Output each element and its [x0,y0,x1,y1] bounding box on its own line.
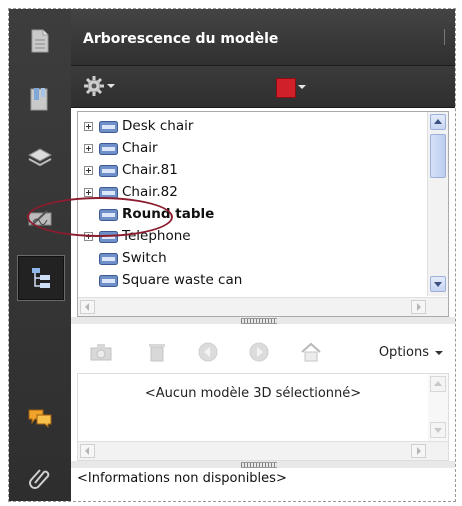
tree-item-label: Chair.81 [122,162,178,178]
model-info-horizontal-scrollbar[interactable] [78,441,448,460]
splitter-grip[interactable] [241,318,277,324]
options-menu-button[interactable] [83,75,115,97]
chevron-down-icon [107,84,115,88]
expand-icon[interactable] [84,188,93,197]
tree-item-label: Switch [122,250,167,266]
options-label: Options [378,345,429,360]
chevron-down-icon [435,350,443,355]
camera-icon[interactable] [89,341,113,363]
expand-icon[interactable] [84,122,93,131]
mesh-node-icon [99,165,118,177]
no-model-selected-text: <Aucun modèle 3D sélectionné> [144,386,362,401]
object-info-text: <Informations non disponibles> [77,471,287,486]
expand-icon[interactable] [84,144,93,153]
scroll-down-button[interactable] [430,276,446,292]
gear-icon [84,76,104,96]
page-icon[interactable] [17,19,63,63]
navigation-pane [9,9,71,501]
scroll-right-button[interactable] [411,444,426,458]
panel-splitter[interactable] [71,317,455,324]
header-grip[interactable] [444,29,447,45]
model-info-box: <Aucun modèle 3D sélectionné> [77,373,449,461]
panel-header: Arborescence du modèle [71,9,455,66]
scroll-down-button[interactable] [430,422,446,438]
scroll-left-button[interactable] [80,300,95,314]
tree-item[interactable]: Chair.81 [78,160,428,182]
tree-item[interactable]: Square waste can [78,270,428,292]
model-tree-icon[interactable] [17,255,65,301]
scroll-up-button[interactable] [430,114,446,130]
tree-item-label: Square waste can [122,272,243,288]
splitter-grip[interactable] [241,462,277,468]
attachment-icon[interactable] [17,456,63,500]
next-icon[interactable] [247,341,271,363]
trash-icon[interactable] [145,341,169,363]
scroll-right-button[interactable] [411,300,426,314]
tree-item[interactable]: Switch [78,248,428,270]
tree-item[interactable]: Desk chair [78,116,428,138]
scroll-left-button[interactable] [80,444,95,458]
mesh-node-icon [99,143,118,155]
mesh-node-icon [99,253,118,265]
scroll-thumb[interactable] [430,134,446,178]
tree-vertical-scrollbar[interactable] [427,112,448,296]
panel-toolbar [71,66,455,108]
tree-item-label: Chair [122,140,158,156]
tree-item-label: Chair.82 [122,184,178,200]
previous-icon[interactable] [196,341,220,363]
layers-icon[interactable] [17,136,63,180]
mesh-node-icon [99,275,118,287]
expand-icon[interactable] [84,166,93,175]
bookmarks-icon[interactable] [17,77,63,121]
panel-frame: Arborescence du modèle Desk chair Chair Ch… [8,8,456,502]
mesh-node-icon [99,121,118,133]
comments-icon[interactable] [17,396,63,440]
scroll-up-button[interactable] [430,376,446,392]
tree-item-label: Desk chair [122,118,194,134]
chevron-down-icon[interactable] [298,85,306,89]
model-info-vertical-scrollbar[interactable] [428,374,448,442]
panel-splitter[interactable] [71,461,455,468]
highlight-ellipse [27,197,173,237]
background-color-swatch[interactable] [276,78,296,98]
tree-item[interactable]: Chair [78,138,428,160]
options-dropdown[interactable]: Options [379,345,443,360]
tree-horizontal-scrollbar[interactable] [78,297,448,316]
panel-title: Arborescence du modèle [83,31,279,47]
model-toolbar: Options [71,331,455,373]
home-icon[interactable] [299,341,323,363]
